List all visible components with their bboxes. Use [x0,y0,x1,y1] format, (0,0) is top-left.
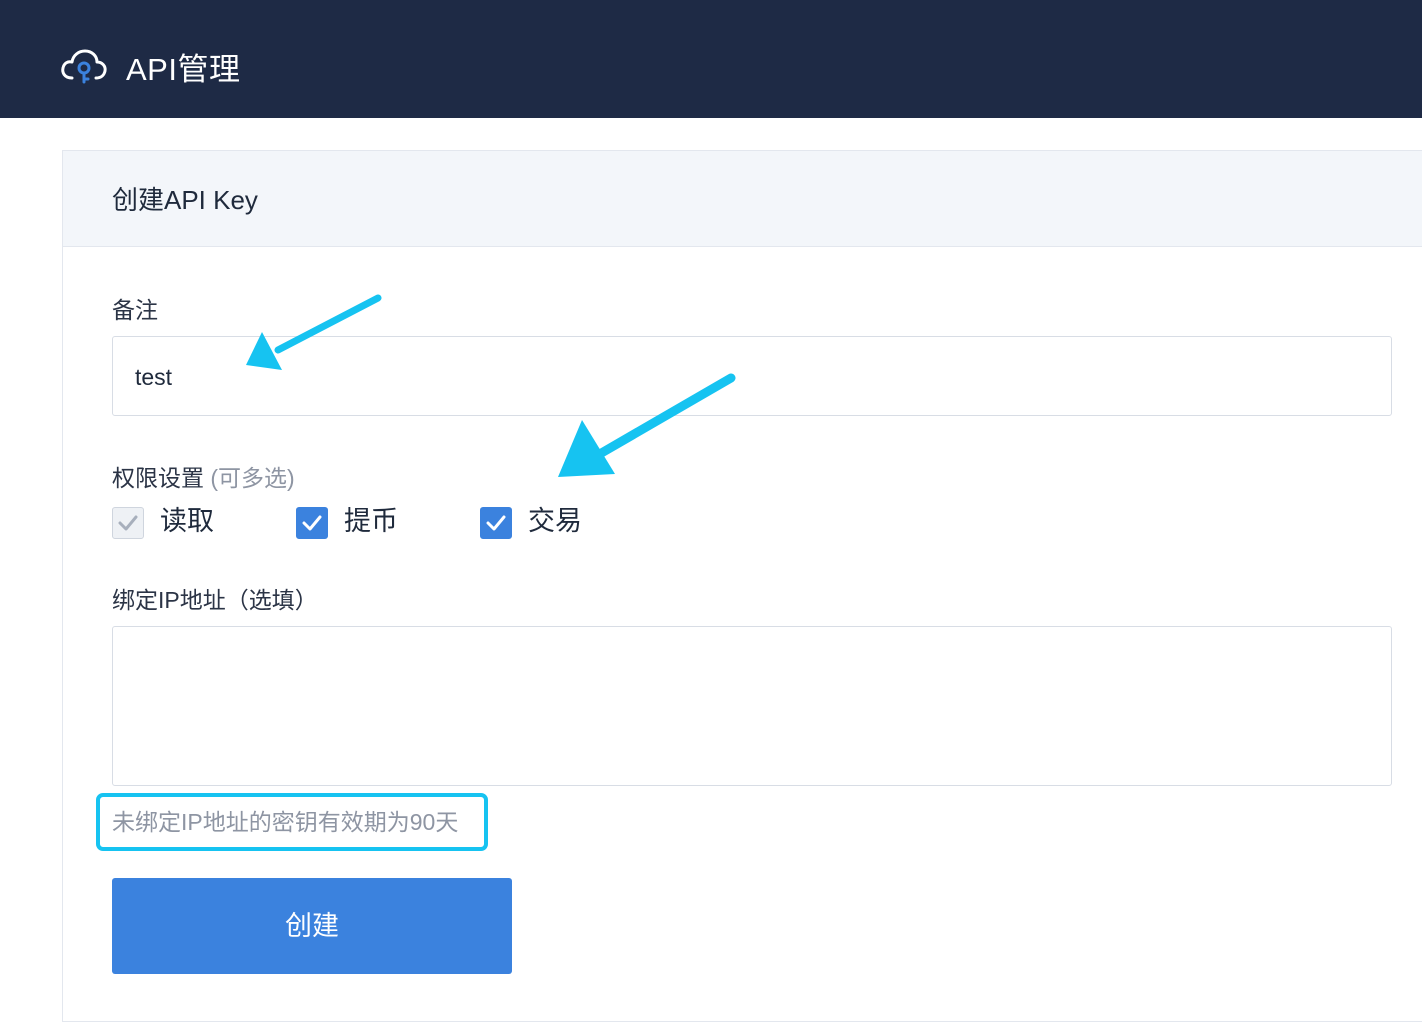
checkbox-read-box[interactable] [112,507,144,539]
permissions-hint: (可多选) [210,465,295,491]
check-icon [118,515,138,531]
top-navigation-bar: API管理 [0,0,1422,118]
card-header: 创建API Key [63,151,1422,247]
checkbox-withdraw-label: 提币 [344,506,398,536]
permissions-label-text: 权限设置 [112,465,204,491]
check-icon [302,515,322,531]
ip-expiry-note: 未绑定IP地址的密钥有效期为90天 [112,809,459,835]
remark-label: 备注 [112,297,158,323]
remark-input-value: test [135,364,173,390]
ip-address-textarea[interactable] [112,626,1392,786]
app-title: API管理 [126,52,241,87]
check-icon [486,515,506,531]
checkbox-withdraw-box[interactable] [296,507,328,539]
cloud-key-icon [61,49,107,84]
ip-label: 绑定IP地址（选填） [112,587,318,613]
note-highlight-box: 未绑定IP地址的密钥有效期为90天 [96,793,488,851]
checkbox-trade-box[interactable] [480,507,512,539]
create-button[interactable]: 创建 [112,878,512,974]
card-title: 创建API Key [112,185,258,215]
remark-input[interactable]: test [112,336,1392,416]
checkbox-read-label: 读取 [160,506,214,536]
checkbox-trade-label: 交易 [528,506,582,536]
permissions-label: 权限设置 (可多选) [112,462,295,494]
